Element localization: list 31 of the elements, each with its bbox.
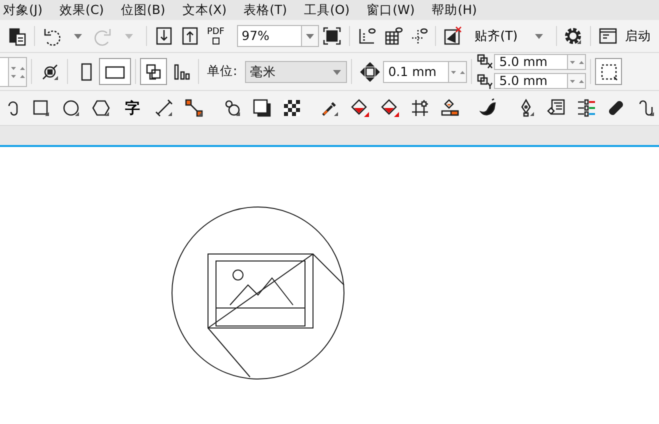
menu-item[interactable]: 表格(T) bbox=[240, 0, 301, 20]
zoom-field[interactable]: 97% bbox=[236, 25, 302, 47]
spinner[interactable] bbox=[568, 54, 586, 70]
menu-item[interactable]: 效果(C) bbox=[56, 0, 118, 20]
spinner[interactable] bbox=[449, 60, 468, 82]
nudge-field[interactable]: 0.1 mm bbox=[383, 60, 450, 82]
menu-item[interactable]: 工具(O) bbox=[301, 0, 364, 20]
all-pages-icon[interactable] bbox=[140, 58, 167, 85]
menu-item[interactable]: 位图(B) bbox=[118, 0, 180, 20]
landscape-page-icon[interactable] bbox=[99, 58, 131, 85]
snap-button[interactable]: 贴齐(T) bbox=[466, 26, 526, 46]
units-select[interactable]: 毫米 bbox=[245, 60, 348, 82]
duplicate-y-icon bbox=[476, 72, 494, 91]
menu-item[interactable]: 帮助(H) bbox=[428, 0, 491, 20]
size-field[interactable] bbox=[0, 56, 9, 86]
document-icon bbox=[212, 37, 220, 45]
duplicate-offset-field[interactable]: 5.0 mm bbox=[494, 73, 568, 90]
dropdown-button[interactable] bbox=[302, 25, 320, 47]
duplicate-offset-field[interactable]: 5.0 mm bbox=[494, 54, 568, 70]
transform-icon[interactable] bbox=[595, 58, 622, 85]
launch-button[interactable]: 启动 bbox=[621, 26, 656, 46]
menu-item[interactable]: 对象(J) bbox=[0, 0, 56, 20]
spinner[interactable] bbox=[568, 73, 586, 90]
units-label: 单位: bbox=[207, 62, 238, 80]
menu-item[interactable]: 窗口(W) bbox=[364, 0, 429, 20]
menu-item[interactable]: 文本(X) bbox=[179, 0, 241, 20]
pdf-button[interactable]: PDF bbox=[202, 22, 229, 50]
caret-icon bbox=[332, 68, 342, 76]
caret-icon bbox=[305, 32, 316, 40]
text-tool[interactable]: 字 bbox=[124, 94, 141, 122]
spinner[interactable] bbox=[9, 56, 27, 86]
